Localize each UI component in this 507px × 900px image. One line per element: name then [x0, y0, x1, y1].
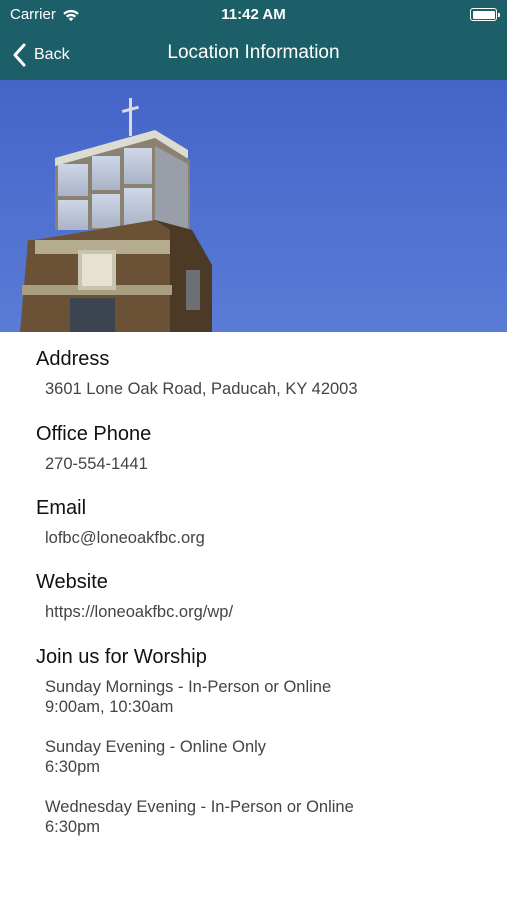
worship-heading: Join us for Worship	[36, 646, 207, 668]
worship-service-item: Sunday Evening - Online Only 6:30pm	[45, 737, 354, 777]
navigation-bar: Back Location Information	[0, 30, 507, 80]
service-name: Sunday Mornings - In-Person or Online	[45, 678, 332, 696]
address-value[interactable]: 3601 Lone Oak Road, Paducah, KY 42003	[45, 379, 358, 399]
office-phone-heading: Office Phone	[36, 423, 152, 445]
battery-level	[472, 10, 495, 19]
service-name: Sunday Evening - Online Only	[45, 738, 267, 756]
status-time: 11:42 AM	[221, 6, 286, 23]
website-heading: Website	[36, 571, 108, 593]
service-times: 9:00am, 10:30am	[45, 698, 174, 716]
battery-full-icon	[470, 8, 500, 21]
worship-service-item: Wednesday Evening - In-Person or Online …	[45, 797, 354, 837]
office-phone-value[interactable]: 270-554-1441	[45, 454, 151, 474]
office-phone-section: Office Phone 270-554-1441	[36, 421, 151, 474]
worship-section: Join us for Worship Sunday Mornings - In…	[36, 644, 354, 837]
website-link[interactable]: https://loneoakfbc.org/wp/	[45, 602, 233, 622]
email-heading: Email	[36, 497, 87, 519]
website-section: Website https://loneoakfbc.org/wp/	[36, 569, 233, 622]
service-times: 6:30pm	[45, 818, 101, 836]
worship-service-item: Sunday Mornings - In-Person or Online 9:…	[45, 677, 354, 717]
service-times: 6:30pm	[45, 758, 101, 776]
status-bar: Carrier 11:42 AM	[0, 0, 507, 30]
address-section: Address 3601 Lone Oak Road, Paducah, KY …	[36, 346, 358, 399]
page-title: Location Information	[167, 42, 340, 63]
address-heading: Address	[36, 348, 110, 370]
email-section: Email lofbc@loneoakfbc.org	[36, 495, 205, 548]
church-tower-photo	[0, 80, 507, 332]
worship-services-list: Sunday Mornings - In-Person or Online 9:…	[36, 677, 354, 837]
service-name: Wednesday Evening - In-Person or Online	[45, 798, 354, 816]
email-value[interactable]: lofbc@loneoakfbc.org	[45, 528, 205, 548]
